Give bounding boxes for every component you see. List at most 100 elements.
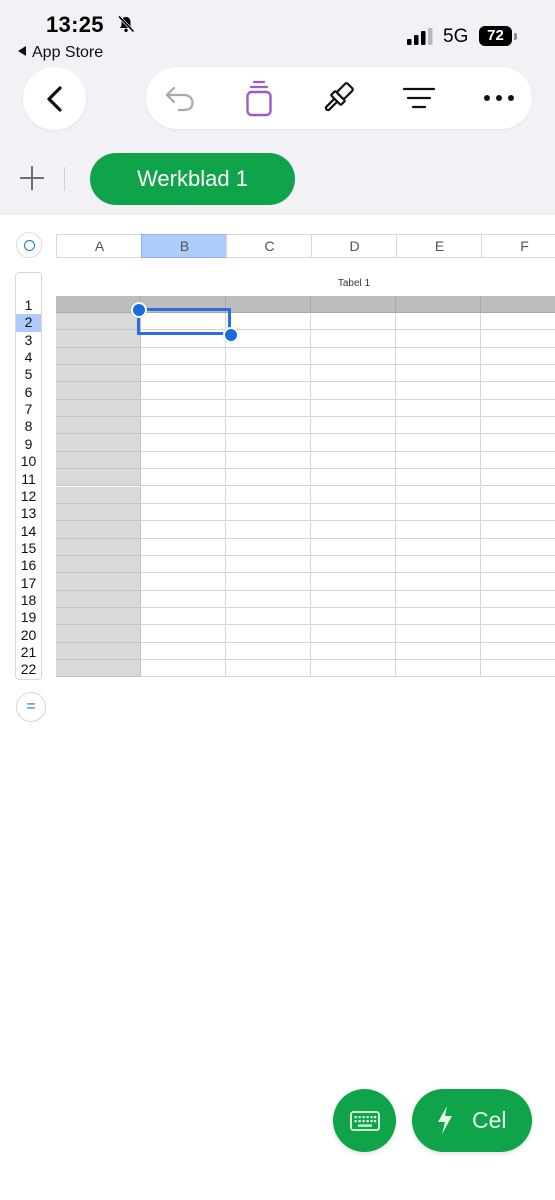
cell-a17[interactable] [56,573,141,591]
cell-c9[interactable] [226,434,311,452]
cell-b21[interactable] [141,642,226,660]
cell-b8[interactable] [141,417,226,435]
cell-e15[interactable] [396,538,481,556]
cell-e22[interactable] [396,660,481,678]
cell-c17[interactable] [226,573,311,591]
row-header-8[interactable]: 8 [16,418,41,435]
cell-a11[interactable] [56,469,141,487]
cell-c21[interactable] [226,642,311,660]
cell-e13[interactable] [396,503,481,522]
cell-b20[interactable] [141,625,226,643]
cell-c18[interactable] [226,590,311,608]
row-header-12[interactable]: 12 [16,488,41,505]
cell-d4[interactable] [311,347,396,366]
cell-f7[interactable] [481,399,555,418]
cell-b4[interactable] [141,347,226,366]
cell-a16[interactable] [56,555,141,574]
cell-d7[interactable] [311,399,396,418]
cell-a18[interactable] [56,590,141,608]
cell-a10[interactable] [56,451,141,470]
cell-f20[interactable] [481,625,555,643]
cell-c22[interactable] [226,660,311,678]
cell-f21[interactable] [481,642,555,660]
cell-d13[interactable] [311,503,396,522]
selection-handle-top-left[interactable] [131,302,147,318]
cell-e20[interactable] [396,625,481,643]
cell-b13[interactable] [141,503,226,522]
column-header-c[interactable]: C [226,234,312,258]
row-header-10[interactable]: 10 [16,453,41,470]
cell-f22[interactable] [481,660,555,678]
column-header-e[interactable]: E [396,234,482,258]
cell-e11[interactable] [396,469,481,487]
cell-e7[interactable] [396,399,481,418]
cell-e1[interactable] [396,296,481,313]
row-header-16[interactable]: 16 [16,557,41,574]
cell-d18[interactable] [311,590,396,608]
sheet-tab-active[interactable]: Werkblad 1 [90,153,295,205]
row-header-19[interactable]: 19 [16,609,41,626]
cell-d3[interactable] [311,330,396,348]
cell-f13[interactable] [481,503,555,522]
row-header-22[interactable]: 22 [16,661,41,678]
cell-e3[interactable] [396,330,481,348]
cell-b19[interactable] [141,607,226,626]
cell-d14[interactable] [311,521,396,539]
cell-d10[interactable] [311,451,396,470]
cell-b6[interactable] [141,382,226,400]
cell-e19[interactable] [396,607,481,626]
cell-b17[interactable] [141,573,226,591]
cell-f8[interactable] [481,417,555,435]
cell-b11[interactable] [141,469,226,487]
cell-b22[interactable] [141,660,226,678]
cell-f18[interactable] [481,590,555,608]
cell-e14[interactable] [396,521,481,539]
cell-c12[interactable] [226,486,311,504]
cell-c1[interactable] [226,296,311,313]
column-header-a[interactable]: A [56,234,142,258]
cell-c11[interactable] [226,469,311,487]
row-header-11[interactable]: 11 [16,471,41,488]
cell-d20[interactable] [311,625,396,643]
cell-a9[interactable] [56,434,141,452]
cell-d1[interactable] [311,296,396,313]
keyboard-button[interactable] [333,1089,396,1152]
insert-button[interactable] [239,78,279,118]
cell-f5[interactable] [481,365,555,383]
cell-d21[interactable] [311,642,396,660]
format-button[interactable] [318,78,358,118]
cell-e16[interactable] [396,555,481,574]
cell-f11[interactable] [481,469,555,487]
cell-a12[interactable] [56,486,141,504]
undo-button[interactable] [160,78,200,118]
row-header-3[interactable]: 3 [16,332,41,349]
cell-c13[interactable] [226,503,311,522]
cell-a15[interactable] [56,538,141,556]
cell-c19[interactable] [226,607,311,626]
cell-c6[interactable] [226,382,311,400]
cell-e18[interactable] [396,590,481,608]
row-header-21[interactable]: 21 [16,644,41,661]
organize-button[interactable] [399,78,439,118]
cell-f16[interactable] [481,555,555,574]
cell-b14[interactable] [141,521,226,539]
cell-b16[interactable] [141,555,226,574]
cell-d15[interactable] [311,538,396,556]
cell-d6[interactable] [311,382,396,400]
cell-c5[interactable] [226,365,311,383]
cell-a19[interactable] [56,607,141,626]
column-header-b[interactable]: B [141,234,227,258]
cell-a13[interactable] [56,503,141,522]
cell-d17[interactable] [311,573,396,591]
row-header-1[interactable]: 1 [16,297,41,314]
cell-b5[interactable] [141,365,226,383]
cell-e9[interactable] [396,434,481,452]
cell-e5[interactable] [396,365,481,383]
add-row-button[interactable]: = [16,692,46,722]
cell-d5[interactable] [311,365,396,383]
cell-a8[interactable] [56,417,141,435]
cell-d9[interactable] [311,434,396,452]
cell-b10[interactable] [141,451,226,470]
row-header-4[interactable]: 4 [16,349,41,366]
row-header-5[interactable]: 5 [16,366,41,383]
